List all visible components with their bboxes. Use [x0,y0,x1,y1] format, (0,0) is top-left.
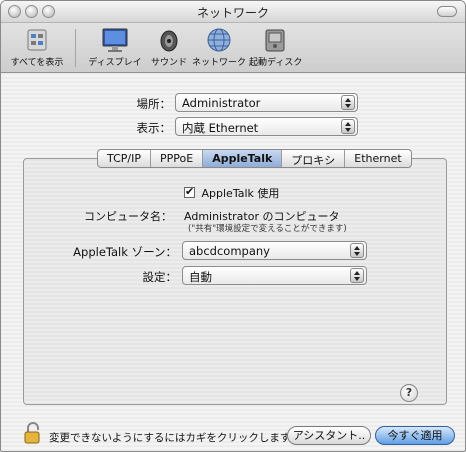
toolbar: すべてを表示 ディスプレイ サウンド ネットワーク 起動ディスク [1,23,465,73]
zone-row: AppleTalk ゾーン： abcdcompany [1,241,465,261]
toolbar-item-network[interactable]: ネットワーク [191,27,247,68]
config-popup[interactable]: 自動 [182,266,367,285]
sound-icon [160,30,178,52]
toolbar-label-network: ネットワーク [191,58,246,68]
title-bar: ネットワーク [1,1,465,23]
toolbar-item-sound[interactable]: サウンド [147,27,191,68]
lock-hint-text: 変更できないようにするにはカギをクリックします。 [49,432,300,444]
network-preferences-window: ネットワーク すべてを表示 ディスプレイ サウンド ネットワーク 起動ディスク … [0,0,466,452]
toolbar-item-startup-disk[interactable]: 起動ディスク [249,27,303,68]
tab-appletalk[interactable]: AppleTalk [203,150,283,167]
config-row: 設定： 自動 [1,266,465,286]
tab-bar: TCP/IP PPPoE AppleTalk プロキシ Ethernet [97,149,412,168]
help-button[interactable]: ? [400,384,418,402]
toolbar-toggle-button[interactable] [437,6,457,17]
popup-arrows-icon [341,95,355,110]
assistant-button[interactable]: アシスタント.. [287,426,371,445]
tab-ethernet[interactable]: Ethernet [345,150,410,167]
location-label: 場所： [136,97,172,111]
show-row: 表示： 内蔵 Ethernet [1,117,465,137]
config-label: 設定： [142,270,178,284]
toolbar-label-startup-disk: 起動ディスク [249,58,303,68]
tab-proxy[interactable]: プロキシ [282,150,346,167]
toolbar-label-display: ディスプレイ [88,58,142,68]
computer-name-label: コンピュータ名： [84,210,172,223]
display-icon [102,28,128,52]
toolbar-item-display[interactable]: ディスプレイ [85,27,145,68]
tab-tcpip[interactable]: TCP/IP [98,150,151,167]
location-row: 場所： Administrator [1,93,465,113]
appletalk-enable-row[interactable]: AppleTalk 使用 [184,185,279,201]
show-all-icon [27,29,47,51]
zone-value: abcdcompany [189,244,270,258]
toolbar-separator [75,29,76,67]
tab-pppoe[interactable]: PPPoE [151,150,204,167]
network-icon [207,28,231,52]
zone-label: AppleTalk ゾーン： [73,245,177,259]
show-value: 内蔵 Ethernet [182,121,259,135]
computer-name-hint: ("共有"環境設定で変えることができます) [188,224,347,234]
appletalk-enable-checkbox[interactable] [184,185,195,198]
popup-arrows-icon [350,268,364,283]
toolbar-label-sound: サウンド [150,58,187,68]
lock-icon[interactable] [23,422,43,444]
apply-now-button[interactable]: 今すぐ適用 [375,426,455,445]
popup-arrows-icon [350,243,364,258]
appletalk-enable-label: AppleTalk 使用 [201,187,280,200]
toolbar-item-show-all[interactable]: すべてを表示 [4,27,70,68]
location-popup[interactable]: Administrator [175,93,358,112]
help-icon: ? [405,386,413,399]
location-value: Administrator [182,96,261,110]
popup-arrows-icon [341,119,355,134]
config-value: 自動 [189,270,212,284]
startup-disk-icon [265,29,285,52]
toolbar-label-show-all: すべてを表示 [10,58,64,68]
window-title: ネットワーク [196,6,269,20]
zone-popup[interactable]: abcdcompany [182,241,367,260]
show-label: 表示： [136,121,172,135]
show-popup[interactable]: 内蔵 Ethernet [175,117,358,136]
